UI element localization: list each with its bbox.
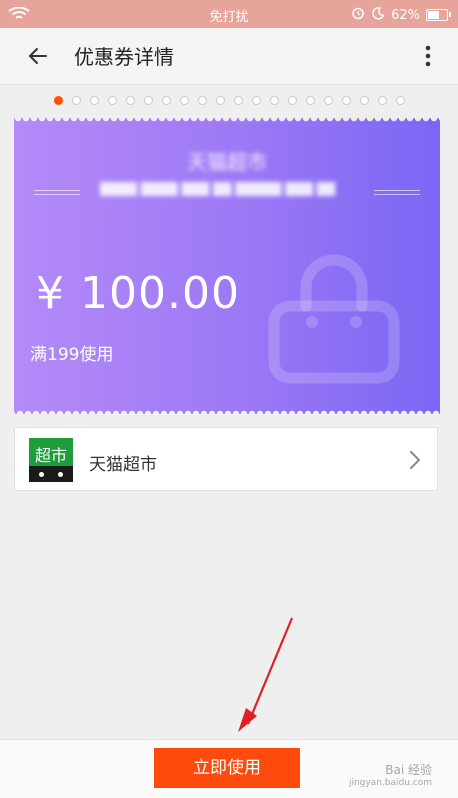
page-dot (269, 96, 279, 105)
coupon-condition: 满199使用 (30, 345, 114, 365)
decorative-line-left (34, 190, 80, 195)
chevron-right-icon (409, 450, 421, 474)
page-dot (143, 96, 153, 105)
page-dot (233, 96, 243, 105)
alarm-icon (351, 6, 365, 24)
page-dot (107, 96, 117, 105)
battery-percent: 62% (391, 7, 420, 23)
coupon-amount: ¥ 100.00 (36, 268, 240, 319)
app-bar: 优惠券详情 (0, 28, 458, 85)
more-vertical-icon[interactable] (418, 42, 438, 70)
page-dot (125, 96, 135, 105)
back-arrow-icon[interactable] (24, 42, 52, 70)
coupon-card: 天猫超市 ████ ████ ███ ██ █████ ███ ██ ¥ 100… (14, 118, 440, 414)
page-dot (161, 96, 171, 105)
page-dot (287, 96, 297, 105)
store-logo: 超市 (29, 438, 73, 482)
page-dot (395, 96, 405, 105)
page-dot (323, 96, 333, 105)
store-row[interactable]: 超市 天猫超市 (14, 427, 438, 491)
page-dot (179, 96, 189, 105)
moon-icon (371, 6, 385, 24)
status-right: 62% (351, 6, 451, 24)
page-dot (341, 96, 351, 105)
coupon-edge-bottom (14, 409, 440, 414)
watermark: Bai 经验 jingyan.baidu.com (349, 761, 432, 788)
page-dot (197, 96, 207, 105)
decorative-line-right (374, 190, 420, 195)
store-logo-text: 超市 (34, 446, 67, 465)
page-dot (251, 96, 261, 105)
page-dot (359, 96, 369, 105)
page-title: 优惠券详情 (74, 45, 174, 69)
page-dot (71, 96, 81, 105)
page-dot (53, 96, 63, 105)
page-dot (305, 96, 315, 105)
cat-face-icon (29, 466, 73, 482)
use-now-button[interactable]: 立即使用 (154, 748, 300, 788)
page-dot (89, 96, 99, 105)
store-name: 天猫超市 (89, 455, 157, 475)
annotation-arrow-icon (230, 612, 300, 742)
coupon-edge-top (14, 118, 440, 123)
page-dot (377, 96, 387, 105)
status-bar: 免打扰 62% (0, 0, 458, 28)
page-indicator (0, 96, 458, 108)
watermark-line1: Bai 经验 (385, 763, 432, 777)
coupon-subtitle: ████ ████ ███ ██ █████ ███ ██ (100, 182, 336, 196)
watermark-line2: jingyan.baidu.com (348, 778, 432, 788)
coupon-store-title: 天猫超市 (187, 150, 267, 174)
shopping-bag-icon (264, 246, 404, 390)
battery-icon (426, 9, 451, 21)
page-dot (215, 96, 225, 105)
